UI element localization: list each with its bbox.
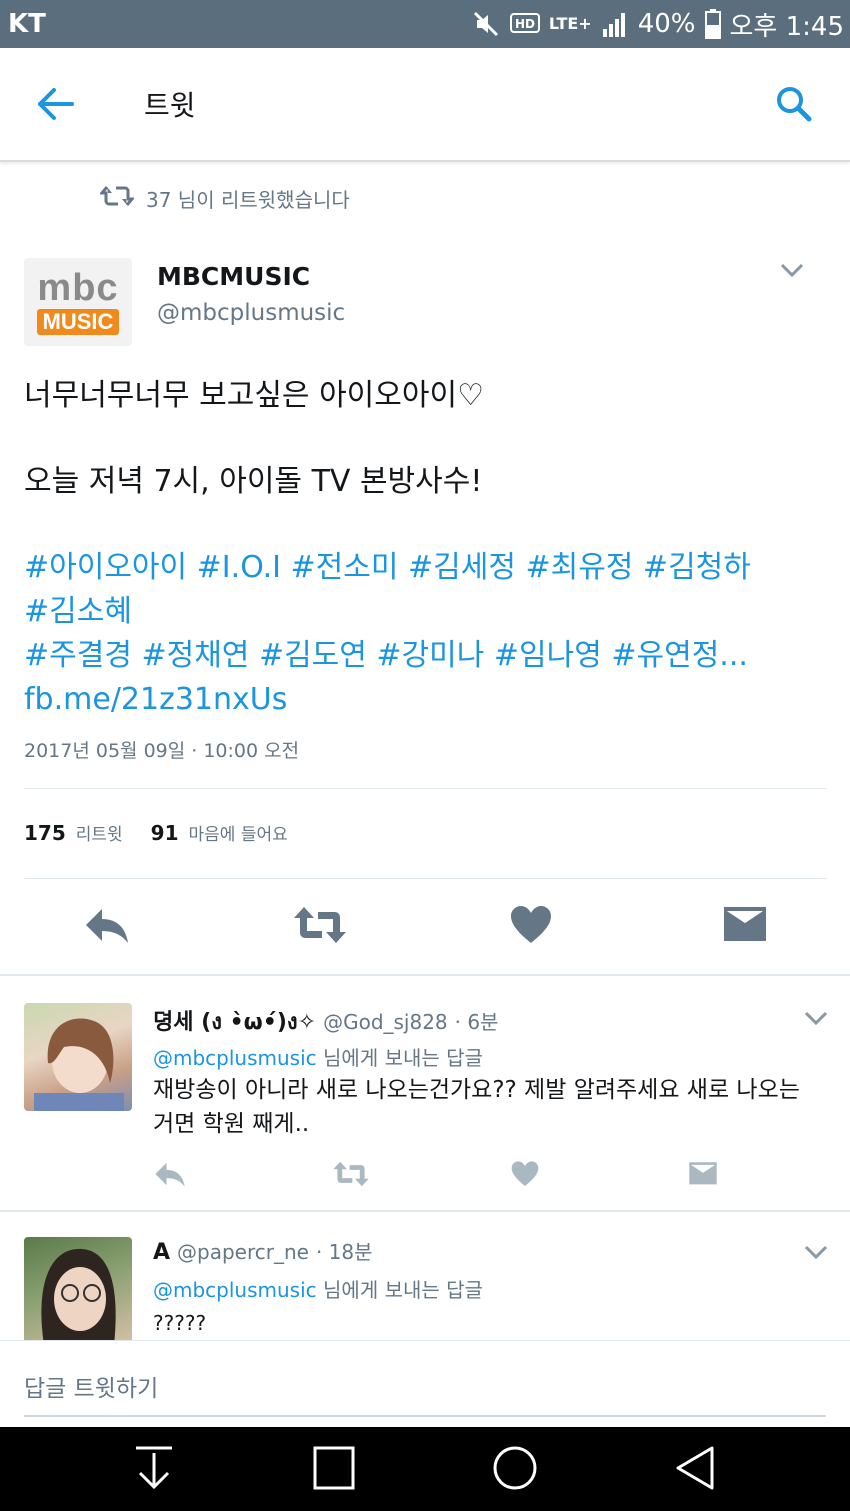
divider xyxy=(24,788,826,789)
direct-message-icon[interactable] xyxy=(722,905,768,949)
reply-author-name[interactable]: 뎡세 (ง •̀ω•́)ง✧ xyxy=(153,1010,316,1035)
back-icon[interactable] xyxy=(674,1445,716,1495)
heart-icon[interactable] xyxy=(510,905,552,949)
reply-to-line: @mbcplusmusic 님에게 보내는 답글 xyxy=(153,1274,483,1303)
author-name[interactable]: MBCMUSIC xyxy=(157,262,310,291)
chevron-down-icon[interactable] xyxy=(804,1010,828,1030)
reply-composer[interactable]: 답글 트윗하기 xyxy=(0,1340,850,1427)
app-bar: 트윗 xyxy=(0,48,850,162)
author-handle[interactable]: @mbcplusmusic xyxy=(157,300,345,326)
status-bar: KT HD LTE+ 40% 오후 1:45 xyxy=(0,0,850,48)
logo-text-top: mbc xyxy=(37,267,119,309)
reply-author-handle[interactable]: @God_sj828 xyxy=(323,1010,448,1034)
reply-actions xyxy=(0,1160,850,1190)
reply-avatar[interactable] xyxy=(24,1003,132,1111)
reply-author-name[interactable]: A xyxy=(153,1240,170,1265)
tweet-line-1: 너무너무너무 보고싶은 아이오아이♡ xyxy=(24,378,484,413)
download-arrow-icon[interactable] xyxy=(134,1445,174,1495)
tweet-stats: 175 리트윗 91 마음에 들어요 xyxy=(24,820,306,845)
reply-to-handle[interactable]: @mbcplusmusic xyxy=(153,1278,317,1302)
home-icon[interactable] xyxy=(492,1445,538,1495)
system-nav-bar xyxy=(0,1427,850,1511)
tweet-text: 너무너무너무 보고싶은 아이오아이♡ 오늘 저녁 7시, 아이돌 TV 본방사수… xyxy=(24,374,824,722)
battery-icon xyxy=(704,8,722,40)
divider xyxy=(24,878,826,879)
reply-author-handle[interactable]: @papercr_ne xyxy=(177,1240,309,1264)
reply-to-suffix: 님에게 보내는 답글 xyxy=(316,1278,483,1302)
reply-to-suffix: 님에게 보내는 답글 xyxy=(316,1046,483,1070)
reply-avatar[interactable] xyxy=(24,1237,132,1345)
hashtags-line-3[interactable]: #주결경 #정채연 #김도연 #강미나 #임나영 #유연정... xyxy=(24,634,824,678)
reply-icon[interactable] xyxy=(84,905,130,949)
reply-input-underline xyxy=(24,1415,826,1417)
reply-input-placeholder[interactable]: 답글 트윗하기 xyxy=(24,1369,158,1403)
retweet-count-label[interactable]: 리트윗 xyxy=(76,820,123,845)
retweet-count[interactable]: 175 xyxy=(24,821,66,845)
lte-icon: LTE+ xyxy=(548,14,592,33)
hd-icon: HD xyxy=(509,11,541,37)
carrier-label: KT xyxy=(8,9,46,39)
reply-header: 뎡세 (ง •̀ω•́)ง✧ @God_sj828 · 6분 xyxy=(153,1004,499,1039)
mute-icon xyxy=(471,9,501,39)
retweet-context: 37 님이 리트윗했습니다 xyxy=(98,184,350,213)
author-avatar[interactable]: mbc MUSIC xyxy=(24,258,132,346)
battery-percent: 40% xyxy=(637,9,696,39)
reply-time: · 6분 xyxy=(454,1010,499,1034)
svg-text:HD: HD xyxy=(515,17,535,31)
retweet-context-text[interactable]: 37 님이 리트윗했습니다 xyxy=(146,184,350,213)
clock: 오후 1:45 xyxy=(729,11,845,42)
chevron-down-icon[interactable] xyxy=(780,262,804,282)
like-count[interactable]: 91 xyxy=(151,821,179,845)
reply-to-line: @mbcplusmusic 님에게 보내는 답글 xyxy=(153,1042,483,1071)
reply-header: A @papercr_ne · 18분 xyxy=(153,1236,373,1265)
tweet-actions xyxy=(0,905,850,951)
search-icon[interactable] xyxy=(774,84,814,128)
direct-message-icon[interactable] xyxy=(688,1160,718,1192)
reply-to-handle[interactable]: @mbcplusmusic xyxy=(153,1046,317,1070)
recent-apps-icon[interactable] xyxy=(312,1445,356,1495)
logo-text-bottom: MUSIC xyxy=(36,309,120,335)
tweet-timestamp: 2017년 05월 09일 · 10:00 오전 xyxy=(24,740,300,762)
reply-time: · 18분 xyxy=(315,1240,373,1264)
status-icons: HD LTE+ 40% 오후 1:45 xyxy=(471,6,844,42)
tweet-line-2: 오늘 저녁 7시, 아이돌 TV 본방사수! xyxy=(24,464,483,499)
reply-icon[interactable] xyxy=(154,1160,186,1192)
retweet-icon[interactable] xyxy=(292,905,348,949)
arrow-left-icon[interactable] xyxy=(36,86,76,126)
reply-text: ????? xyxy=(153,1311,207,1335)
tweet-link[interactable]: fb.me/21z31nxUs xyxy=(24,678,824,722)
section-separator xyxy=(0,974,850,976)
retweet-icon[interactable] xyxy=(332,1160,370,1192)
page-title: 트윗 xyxy=(144,89,196,122)
section-separator xyxy=(0,1210,850,1212)
reply-text: 재방송이 아니라 새로 나오는건가요?? 제발 알려주세요 새로 나오는거면 학… xyxy=(153,1077,800,1137)
signal-icon xyxy=(600,9,630,39)
hashtags-line-2[interactable]: #김소혜 xyxy=(24,590,824,634)
like-count-label[interactable]: 마음에 들어요 xyxy=(189,820,288,845)
heart-icon[interactable] xyxy=(511,1160,539,1192)
hashtags-line-1[interactable]: #아이오아이 #I.O.I #전소미 #김세정 #최유정 #김청하 xyxy=(24,546,824,590)
retweet-icon xyxy=(98,185,136,212)
chevron-down-icon[interactable] xyxy=(804,1244,828,1264)
